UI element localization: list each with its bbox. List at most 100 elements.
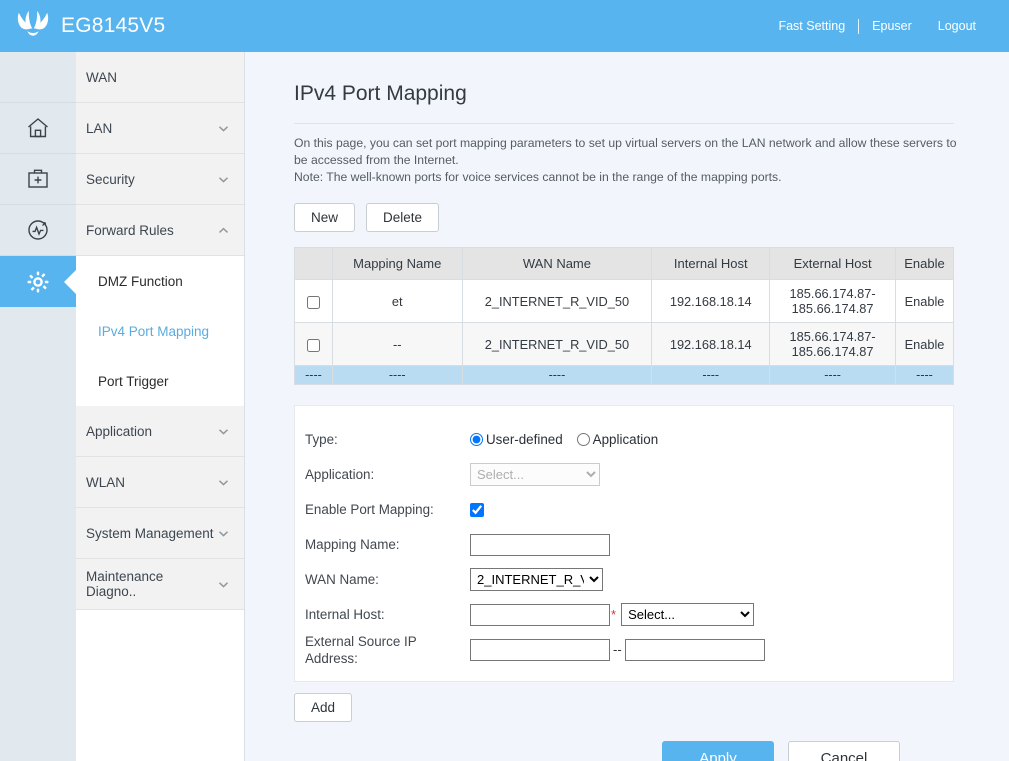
cell-internal-host: 192.168.18.14 — [651, 279, 771, 323]
sidebar-item-security[interactable]: Security — [76, 154, 244, 205]
external-host-end: 185.66.174.87 — [791, 301, 874, 316]
rail-spacer — [0, 52, 76, 103]
mapping-name-label: Mapping Name: — [305, 537, 400, 552]
rail-filler — [0, 307, 76, 761]
external-host-start: 185.66.174.87- — [789, 329, 876, 344]
sidebar-item-system-management[interactable]: System Management — [76, 508, 244, 559]
chevron-down-icon — [217, 578, 230, 591]
huawei-flower-logo-icon — [14, 9, 52, 43]
wan-name-label: WAN Name: — [305, 572, 379, 587]
wan-name-select[interactable]: 2_INTERNET_R_V — [470, 568, 603, 591]
form-row-external-source-ip: External Source IP Address: -- — [295, 632, 953, 667]
apply-button[interactable]: Apply — [662, 741, 774, 761]
sidebar-item-label: LAN — [86, 120, 113, 136]
radio-user-defined[interactable] — [470, 433, 483, 446]
type-label: Type: — [305, 432, 338, 447]
sidebar-item-forward-rules[interactable]: Forward Rules — [76, 205, 244, 256]
column-header-mapping-name: Mapping Name — [331, 247, 463, 280]
form-row-internal-host: Internal Host: * Select... — [295, 597, 953, 632]
cell-mapping-name: et — [331, 279, 463, 323]
page-description-line1: On this page, you can set port mapping p… — [294, 136, 957, 167]
fast-setting-link[interactable]: Fast Setting — [765, 18, 858, 34]
rail-item-home[interactable] — [0, 103, 76, 154]
add-row: Add — [294, 693, 1009, 722]
router-admin-page: EG8145V5 Fast Setting Epuser Logout WAN … — [0, 0, 1009, 761]
chevron-down-icon — [217, 122, 230, 135]
sidebar-item-label: Maintenance Diagno.. — [86, 569, 164, 599]
sidebar-item-wan[interactable]: WAN — [76, 52, 244, 103]
form-row-application: Application: Select... — [295, 457, 953, 492]
body-area: WAN LAN Security Forward Rules DMZ Funct… — [0, 52, 1009, 761]
application-select[interactable]: Select... — [470, 463, 600, 486]
form-row-enable-port-mapping: Enable Port Mapping: — [295, 492, 953, 527]
required-asterisk: * — [611, 607, 617, 622]
internal-host-label: Internal Host: — [305, 607, 385, 622]
top-nav: Fast Setting Epuser Logout — [765, 18, 989, 34]
range-separator: -- — [613, 642, 622, 657]
table-header-row: Mapping Name WAN Name Internal Host Exte… — [294, 247, 954, 280]
row-checkbox[interactable] — [306, 338, 320, 352]
type-option-user-defined[interactable]: User-defined — [470, 432, 563, 447]
epuser-link[interactable]: Epuser — [859, 18, 925, 34]
new-button[interactable]: New — [294, 203, 356, 232]
chevron-up-icon — [217, 224, 230, 237]
radio-application-label: Application — [592, 432, 659, 447]
brand: EG8145V5 — [14, 9, 165, 43]
sidebar-item-ipv4-port-mapping[interactable]: IPv4 Port Mapping — [76, 306, 244, 356]
sidebar-item-wlan[interactable]: WLAN — [76, 457, 244, 508]
form-row-wan-name: WAN Name: 2_INTERNET_R_V — [295, 562, 953, 597]
enable-port-mapping-label: Enable Port Mapping: — [305, 502, 434, 517]
cell-wan-name: 2_INTERNET_R_VID_50 — [461, 279, 653, 323]
table-row: et 2_INTERNET_R_VID_50 192.168.18.14 185… — [294, 279, 954, 323]
port-mapping-table: Mapping Name WAN Name Internal Host Exte… — [294, 247, 954, 385]
sidebar-subitem-label: DMZ Function — [98, 273, 183, 289]
forward-rules-submenu: DMZ Function IPv4 Port Mapping Port Trig… — [76, 256, 244, 406]
sidebar-item-lan[interactable]: LAN — [76, 103, 244, 154]
rail-item-settings[interactable] — [0, 256, 76, 307]
rail-item-forward-rules[interactable] — [0, 205, 76, 256]
placeholder-cell: ---- — [895, 365, 954, 385]
sidebar-item-dmz-function[interactable]: DMZ Function — [76, 256, 244, 306]
forward-rules-icon — [25, 217, 51, 243]
placeholder-cell: ---- — [294, 365, 333, 385]
mapping-name-input[interactable] — [470, 533, 610, 556]
icon-rail — [0, 52, 76, 761]
radio-user-defined-label: User-defined — [486, 432, 563, 447]
main-content: IPv4 Port Mapping On this page, you can … — [245, 52, 1009, 761]
rail-item-security[interactable] — [0, 154, 76, 205]
external-source-ip-start-input[interactable] — [470, 638, 610, 661]
radio-application[interactable] — [576, 433, 590, 446]
sidebar-item-label: WLAN — [86, 474, 126, 490]
sidebar-subitem-label: Port Trigger — [98, 373, 169, 389]
chevron-down-icon — [217, 425, 230, 438]
placeholder-cell: ---- — [769, 365, 896, 385]
row-checkbox[interactable] — [306, 295, 320, 309]
form-row-mapping-name: Mapping Name: — [295, 527, 953, 562]
sidebar-item-maintenance-diagnosis[interactable]: Maintenance Diagno.. — [76, 559, 244, 610]
cancel-button[interactable]: Cancel — [788, 741, 900, 761]
cell-external-host: 185.66.174.87- 185.66.174.87 — [769, 322, 896, 366]
page-title: IPv4 Port Mapping — [294, 82, 467, 105]
type-radio-group: User-defined Application — [470, 432, 658, 447]
enable-port-mapping-checkbox[interactable] — [470, 502, 484, 517]
delete-button[interactable]: Delete — [366, 203, 440, 232]
type-option-application[interactable]: Application — [576, 432, 659, 447]
column-header-external-host: External Host — [769, 247, 896, 280]
sidebar-item-port-trigger[interactable]: Port Trigger — [76, 356, 244, 406]
external-source-ip-end-input[interactable] — [624, 638, 765, 661]
placeholder-cell: ---- — [461, 365, 653, 385]
sidebar-item-application[interactable]: Application — [76, 406, 244, 457]
cell-enable: Enable — [895, 279, 954, 323]
internal-host-input[interactable] — [470, 603, 610, 626]
internal-host-select[interactable]: Select... — [621, 603, 755, 626]
cell-external-host: 185.66.174.87- 185.66.174.87 — [769, 279, 896, 323]
application-control: Select... — [470, 463, 600, 486]
placeholder-cell: ---- — [331, 365, 463, 385]
enable-port-mapping-control — [470, 502, 484, 517]
sidebar-item-label: WAN — [86, 69, 117, 85]
add-button[interactable]: Add — [294, 693, 353, 722]
external-source-ip-label: External Source IP Address: — [305, 633, 417, 666]
logout-link[interactable]: Logout — [925, 18, 989, 34]
column-header-select — [294, 247, 333, 280]
external-host-start: 185.66.174.87- — [789, 286, 876, 301]
